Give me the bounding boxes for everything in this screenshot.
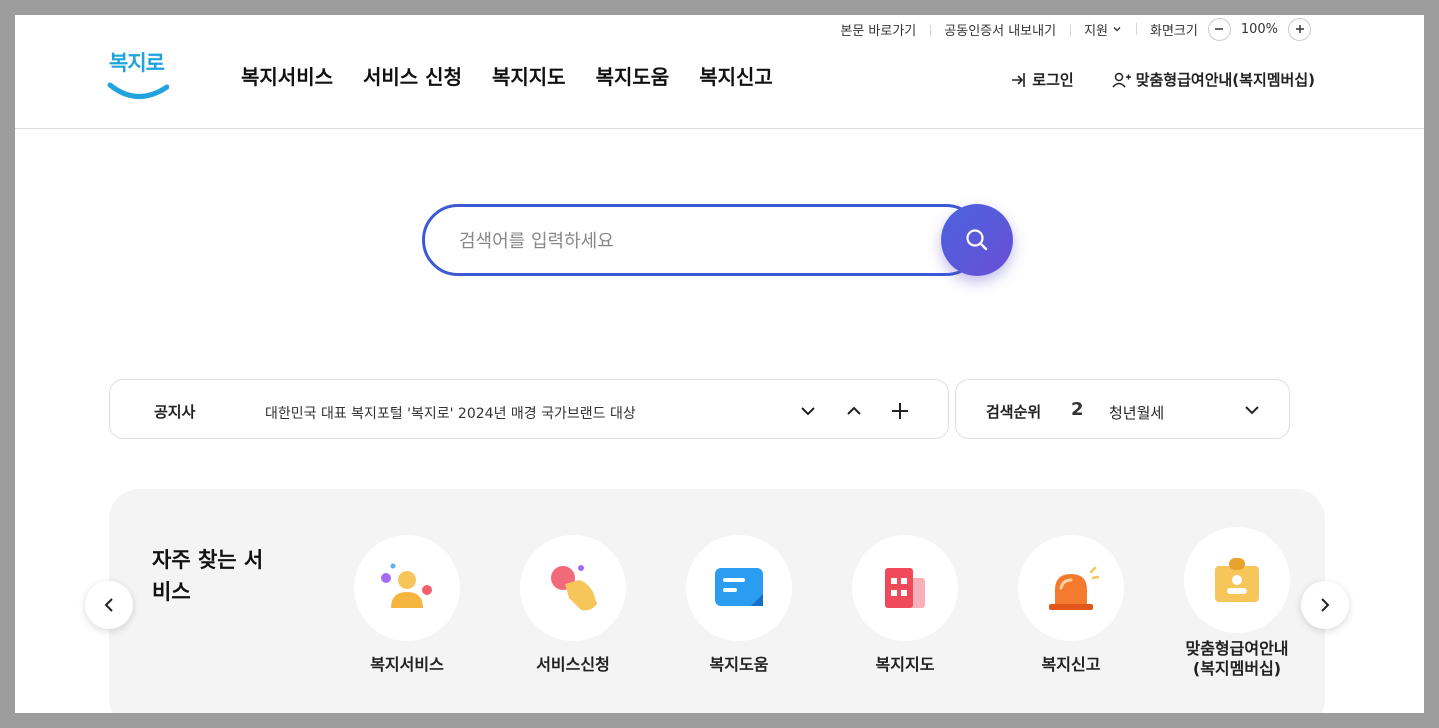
siren-icon <box>1049 566 1099 610</box>
plus-icon <box>892 403 908 419</box>
search-rank-label: 검색순위 <box>986 403 1042 421</box>
utility-menu: 본문 바로가기 공동인증서 내보내기 지원 화면크기 100% <box>826 17 1325 41</box>
page-frame: 본문 바로가기 공동인증서 내보내기 지원 화면크기 100% 복지로 복지서비… <box>15 15 1424 713</box>
chevron-up-icon <box>847 406 861 415</box>
membership-link[interactable]: 맞춤형급여안내(복지멤버십) <box>1112 69 1315 90</box>
building-icon <box>885 568 925 608</box>
logo-smile-icon <box>107 82 169 99</box>
plus-icon <box>1295 25 1304 33</box>
search-icon <box>966 229 988 251</box>
service-label: 복지지도 <box>875 655 935 674</box>
search-rank-bar: 검색순위 2 청년월세 <box>955 379 1290 439</box>
chevron-down-icon <box>1245 406 1259 415</box>
nav-welfare-service[interactable]: 복지서비스 <box>241 61 333 90</box>
service-icon-circle <box>686 535 792 641</box>
minus-icon <box>1215 28 1224 30</box>
chevron-down-icon <box>1113 27 1121 32</box>
header: 본문 바로가기 공동인증서 내보내기 지원 화면크기 100% 복지로 복지서비… <box>15 15 1424 129</box>
screen-size-control: 화면크기 100% <box>1135 17 1325 41</box>
search-input[interactable] <box>459 228 919 254</box>
cert-export-label: 공동인증서 내보내기 <box>944 23 1057 39</box>
search-button[interactable] <box>941 204 1013 276</box>
service-icon-circle <box>354 535 460 641</box>
user-add-icon <box>1112 72 1131 88</box>
search-rank-keyword[interactable]: 청년월세 <box>1109 402 1164 423</box>
service-icon-circle <box>852 535 958 641</box>
notice-bar: 공지사 대한민국 대표 복지포털 '복지로' 2024년 매경 국가브랜드 대상 <box>109 379 949 439</box>
login-link[interactable]: 로그인 <box>1010 69 1074 90</box>
chevron-left-icon <box>104 598 113 612</box>
skip-to-content-link[interactable]: 본문 바로가기 <box>826 20 930 39</box>
service-item-welfare-help[interactable]: 복지도움 <box>669 535 809 675</box>
service-item-service-apply[interactable]: 서비스신청 <box>503 535 643 675</box>
skip-to-content-label: 본문 바로가기 <box>840 23 917 39</box>
nav-welfare-map[interactable]: 복지지도 <box>492 61 566 90</box>
login-icon <box>1012 72 1026 87</box>
main-nav: 복지서비스 서비스 신청 복지지도 복지도움 복지신고 <box>241 61 773 90</box>
service-icon-circle <box>1018 535 1124 641</box>
service-item-welfare-report[interactable]: 복지신고 <box>1001 535 1141 675</box>
search-box <box>422 204 982 276</box>
service-item-welfare-service[interactable]: 복지서비스 <box>337 535 477 675</box>
zoom-out-button[interactable] <box>1207 17 1231 41</box>
search-rank-expand-button[interactable] <box>1240 398 1264 422</box>
notice-label: 공지사 <box>154 403 196 421</box>
people-icon <box>381 563 432 608</box>
nav-service-apply[interactable]: 서비스 신청 <box>363 61 462 90</box>
notice-more-button[interactable] <box>888 399 912 423</box>
notice-text[interactable]: 대한민국 대표 복지포털 '복지로' 2024년 매경 국가브랜드 대상 <box>265 403 636 423</box>
notice-controls <box>796 399 912 423</box>
hand-touch-icon <box>551 565 597 611</box>
service-icon-circle <box>1184 527 1290 633</box>
zoom-in-button[interactable] <box>1288 17 1311 41</box>
screen-size-label: 화면크기 <box>1149 23 1198 39</box>
logo[interactable]: 복지로 <box>107 47 169 101</box>
membership-label: 맞춤형급여안내(복지멤버십) <box>1135 71 1315 89</box>
chevron-down-icon <box>801 407 815 416</box>
service-label: 복지도움 <box>709 655 769 674</box>
chat-bubble-icon <box>715 568 763 606</box>
cert-export-link[interactable]: 공동인증서 내보내기 <box>930 20 1070 39</box>
service-label: 복지서비스 <box>370 655 444 674</box>
service-label: 맞춤형급여안내 (복지멤버십) <box>1185 639 1289 678</box>
member-menu: 로그인 맞춤형급여안내(복지멤버십) <box>1010 69 1315 90</box>
search-area <box>422 204 1013 276</box>
frequent-services-title: 자주 찾는 서비스 <box>152 548 264 604</box>
carousel-prev-button[interactable] <box>85 581 133 629</box>
support-label: 지원 <box>1084 23 1108 39</box>
frequent-services-panel: 자주 찾는 서비스 복지서비스 서비스신청 복지도움 복지지도 복지신고 맞춤형… <box>109 489 1325 713</box>
service-label: 복지신고 <box>1041 655 1101 674</box>
chevron-right-icon <box>1321 598 1330 612</box>
login-label: 로그인 <box>1032 71 1074 89</box>
service-item-welfare-map[interactable]: 복지지도 <box>835 535 975 675</box>
nav-welfare-help[interactable]: 복지도움 <box>596 61 670 90</box>
service-item-membership[interactable]: 맞춤형급여안내 (복지멤버십) <box>1167 527 1307 679</box>
notice-prev-button[interactable] <box>842 399 866 423</box>
nav-welfare-report[interactable]: 복지신고 <box>699 61 773 90</box>
notice-next-button[interactable] <box>796 399 820 423</box>
id-card-icon <box>1215 558 1259 602</box>
carousel-next-button[interactable] <box>1301 581 1349 629</box>
search-rank-number: 2 <box>1071 399 1084 420</box>
service-label: 서비스신청 <box>536 655 610 674</box>
support-dropdown[interactable]: 지원 <box>1070 20 1136 39</box>
zoom-level: 100% <box>1240 21 1278 37</box>
service-icon-circle <box>520 535 626 641</box>
